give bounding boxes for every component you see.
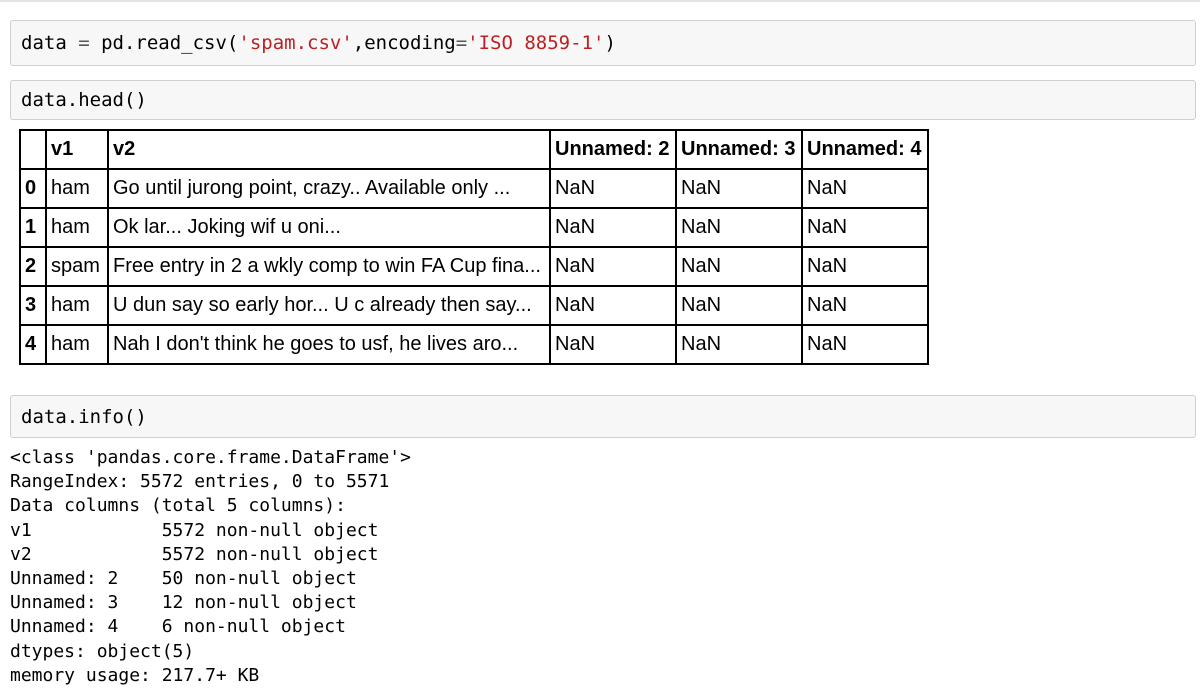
code-token: data.head() bbox=[21, 89, 147, 111]
code-token: data.info() bbox=[21, 405, 147, 428]
info-output: <class 'pandas.core.frame.DataFrame'> Ra… bbox=[10, 446, 411, 688]
column-header: v1 bbox=[45, 129, 109, 170]
table-cell: NaN bbox=[675, 207, 803, 248]
table-cell: ham bbox=[45, 285, 109, 326]
code-line[interactable]: data.head() bbox=[21, 81, 147, 119]
table-cell: Free entry in 2 a wkly comp to win FA Cu… bbox=[107, 246, 551, 287]
column-header: Unnamed: 2 bbox=[549, 129, 677, 170]
row-index: 1 bbox=[19, 207, 47, 248]
output-line: Data columns (total 5 columns): bbox=[10, 495, 346, 517]
code-token: = bbox=[78, 32, 90, 54]
column-header: v2 bbox=[107, 129, 551, 170]
table-cell: NaN bbox=[549, 207, 677, 248]
column-header: Unnamed: 3 bbox=[675, 129, 803, 170]
code-token: 'spam.csv' bbox=[238, 32, 353, 54]
output-line: dtypes: object(5) bbox=[10, 640, 195, 662]
table-cell: NaN bbox=[675, 168, 803, 209]
output-line: v2 5572 non-null object bbox=[10, 543, 379, 565]
code-cell-info[interactable]: data.info() bbox=[10, 395, 1196, 438]
table-cell: ham bbox=[45, 207, 109, 248]
table-cell: spam bbox=[45, 246, 109, 287]
code-token: pd.read_csv( bbox=[89, 32, 239, 54]
code-token: ,encoding bbox=[352, 32, 456, 54]
table-cell: NaN bbox=[801, 285, 929, 326]
table-cell: NaN bbox=[801, 168, 929, 209]
table-header-row: v1 v2 Unnamed: 2 Unnamed: 3 Unnamed: 4 bbox=[19, 129, 929, 170]
output-line: v1 5572 non-null object bbox=[10, 519, 379, 541]
row-index: 2 bbox=[19, 246, 47, 287]
table-cell: NaN bbox=[549, 324, 677, 365]
code-token: data bbox=[21, 32, 79, 54]
table-cell: NaN bbox=[801, 207, 929, 248]
table-cell: NaN bbox=[801, 246, 929, 287]
table-cell: ham bbox=[45, 168, 109, 209]
table-row: 0 ham Go until jurong point, crazy.. Ava… bbox=[19, 168, 929, 209]
output-line: memory usage: 217.7+ KB bbox=[10, 664, 260, 686]
code-token: 'ISO 8859-1' bbox=[467, 32, 605, 54]
output-line: RangeIndex: 5572 entries, 0 to 5571 bbox=[10, 471, 390, 493]
table-row: 3 ham U dun say so early hor... U c alre… bbox=[19, 285, 929, 326]
table-cell: NaN bbox=[549, 285, 677, 326]
table-cell: NaN bbox=[675, 324, 803, 365]
output-line: Unnamed: 4 6 non-null object bbox=[10, 616, 346, 638]
table-cell: NaN bbox=[675, 285, 803, 326]
dataframe-table: v1 v2 Unnamed: 2 Unnamed: 3 Unnamed: 4 0… bbox=[19, 129, 929, 365]
code-token: = bbox=[455, 32, 468, 54]
table-row: 2 spam Free entry in 2 a wkly comp to wi… bbox=[19, 246, 929, 287]
output-line: Unnamed: 2 50 non-null object bbox=[10, 568, 357, 590]
code-token: ) bbox=[604, 32, 616, 54]
row-index: 4 bbox=[19, 324, 47, 365]
code-line[interactable]: data.info() bbox=[21, 396, 147, 437]
column-header-index bbox=[19, 129, 47, 170]
table-row: 4 ham Nah I don't think he goes to usf, … bbox=[19, 324, 929, 365]
table-cell: U dun say so early hor... U c already th… bbox=[107, 285, 551, 326]
table-cell: Ok lar... Joking wif u oni... bbox=[107, 207, 551, 248]
top-divider bbox=[0, 0, 1200, 2]
table-cell: NaN bbox=[549, 246, 677, 287]
row-index: 0 bbox=[19, 168, 47, 209]
column-header: Unnamed: 4 bbox=[801, 129, 929, 170]
table-cell: NaN bbox=[549, 168, 677, 209]
table-cell: NaN bbox=[675, 246, 803, 287]
output-line: <class 'pandas.core.frame.DataFrame'> bbox=[10, 447, 411, 468]
table-cell: Nah I don't think he goes to usf, he liv… bbox=[107, 324, 551, 365]
row-index: 3 bbox=[19, 285, 47, 326]
table-cell: NaN bbox=[801, 324, 929, 365]
output-line: Unnamed: 3 12 non-null object bbox=[10, 592, 357, 614]
code-cell-read-csv[interactable]: data = pd.read_csv('spam.csv' ,encoding = '… bbox=[10, 20, 1196, 66]
code-cell-head[interactable]: data.head() bbox=[10, 80, 1196, 120]
code-line[interactable]: data = pd.read_csv('spam.csv' ,encoding = '… bbox=[21, 21, 616, 65]
table-row: 1 ham Ok lar... Joking wif u oni... NaN … bbox=[19, 207, 929, 248]
table-cell: ham bbox=[45, 324, 109, 365]
table-cell: Go until jurong point, crazy.. Available… bbox=[107, 168, 551, 209]
